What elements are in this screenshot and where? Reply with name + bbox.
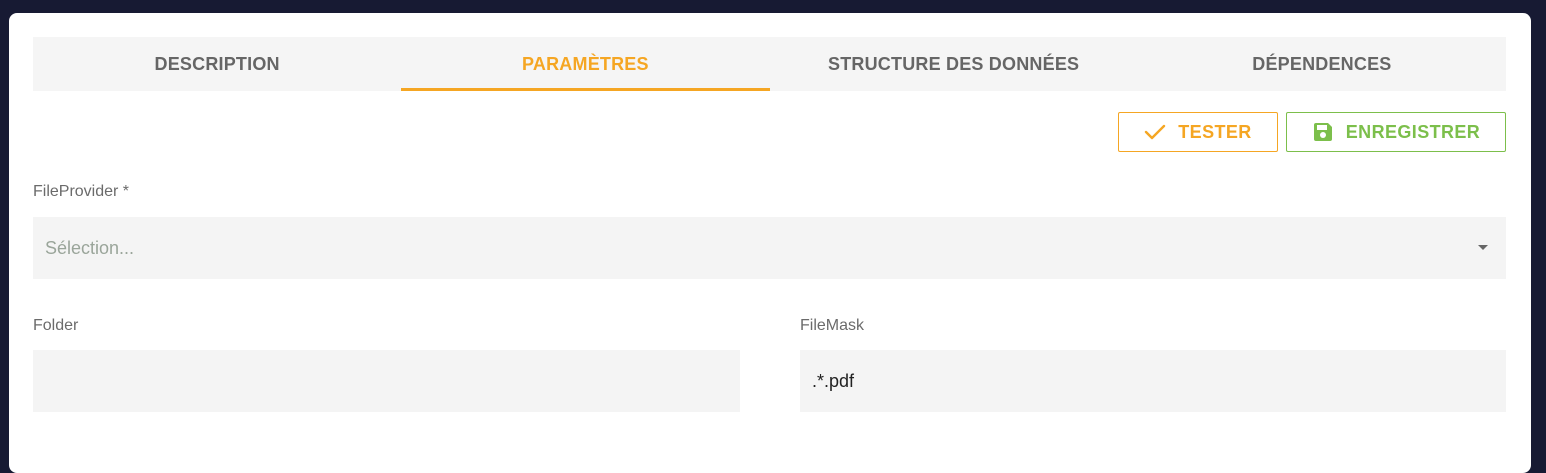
file-mask-value: .*.pdf [812,370,855,391]
caret-down-icon [1478,245,1488,250]
file-provider-placeholder: Sélection... [45,237,135,258]
floppy-disk-icon [1312,121,1334,143]
file-mask-label: FileMask [800,317,865,334]
save-button[interactable]: ENREGISTRER [1286,112,1506,152]
tab-bar: DESCRIPTION PARAMÈTRES STRUCTURE DES DON… [33,37,1506,91]
file-mask-input[interactable]: .*.pdf [800,350,1506,412]
save-button-label: ENREGISTRER [1345,121,1481,142]
test-button-label: TESTER [1178,121,1252,142]
folder-input[interactable] [33,350,740,412]
tab-dependences-label: DÉPENDENCES [1252,53,1392,74]
tab-structure-des-donnees[interactable]: STRUCTURE DES DONNÉES [770,37,1138,91]
parameters-card: DESCRIPTION PARAMÈTRES STRUCTURE DES DON… [9,13,1531,473]
tab-structure-label: STRUCTURE DES DONNÉES [828,53,1080,74]
tab-dependences[interactable]: DÉPENDENCES [1138,37,1506,91]
tab-description[interactable]: DESCRIPTION [33,37,401,91]
tab-parametres-label: PARAMÈTRES [522,53,649,74]
test-button[interactable]: TESTER [1118,112,1278,152]
check-icon [1144,123,1166,141]
tab-parametres[interactable]: PARAMÈTRES [401,37,770,91]
tab-description-label: DESCRIPTION [154,53,280,74]
folder-label: Folder [33,317,79,334]
file-provider-select[interactable]: Sélection... [33,217,1506,279]
file-provider-label: FileProvider * [33,183,130,200]
